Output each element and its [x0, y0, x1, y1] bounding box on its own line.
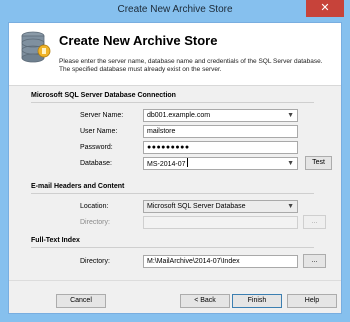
database-icon: [21, 31, 51, 63]
cancel-button[interactable]: Cancel: [56, 294, 106, 308]
sql-section-divider: [31, 102, 314, 103]
index-directory-browse-button[interactable]: ...: [303, 254, 326, 268]
description-line-2: The specified database must already exis…: [59, 66, 222, 73]
server-name-label: Server Name:: [80, 112, 124, 119]
database-label: Database:: [80, 160, 112, 167]
text-caret: [186, 158, 188, 167]
footer-divider: [9, 280, 341, 281]
help-button[interactable]: Help: [287, 294, 337, 308]
sql-section-title: Microsoft SQL Server Database Connection: [31, 92, 176, 99]
database-value: MS-2014-07: [147, 161, 186, 168]
chevron-down-icon[interactable]: ▼: [287, 110, 294, 121]
email-section-divider: [31, 193, 314, 194]
server-name-combo[interactable]: db001.example.com ▼: [143, 109, 298, 122]
back-button[interactable]: < Back: [180, 294, 230, 308]
chevron-down-icon[interactable]: ▼: [287, 158, 294, 169]
database-combo[interactable]: MS-2014-07 ▼: [143, 157, 298, 170]
fulltext-section-divider: [31, 247, 314, 248]
title-bar[interactable]: Create New Archive Store ✕: [0, 0, 350, 21]
email-directory-browse-button[interactable]: ...: [303, 215, 326, 229]
location-label: Location:: [80, 203, 109, 210]
email-section-title: E-mail Headers and Content: [31, 183, 125, 190]
index-directory-field[interactable]: M:\MailArchive\2014-07\Index: [143, 255, 298, 268]
user-name-label: User Name:: [80, 128, 118, 135]
finish-button[interactable]: Finish: [232, 294, 282, 308]
window-title: Create New Archive Store: [117, 4, 233, 15]
dialog-window: Create New Archive Store ✕ Create New Ar…: [0, 0, 350, 322]
location-value: Microsoft SQL Server Database: [147, 203, 246, 210]
index-directory-label: Directory:: [80, 258, 110, 265]
page-heading: Create New Archive Store: [59, 33, 218, 48]
close-button[interactable]: ✕: [306, 0, 344, 17]
password-field[interactable]: ●●●●●●●●●: [143, 141, 298, 154]
server-name-value: db001.example.com: [147, 112, 211, 119]
location-select[interactable]: Microsoft SQL Server Database ▼: [143, 200, 298, 213]
chevron-down-icon[interactable]: ▼: [287, 201, 294, 212]
test-button[interactable]: Test: [305, 156, 332, 170]
description-line-1: Please enter the server name, database n…: [59, 58, 323, 65]
user-name-field[interactable]: mailstore: [143, 125, 298, 138]
password-label: Password:: [80, 144, 113, 151]
description-text: Please enter the server name, database n…: [59, 58, 334, 74]
email-directory-label: Directory:: [80, 219, 110, 226]
header-panel: Create New Archive Store Please enter th…: [9, 23, 341, 86]
email-directory-field[interactable]: [143, 216, 298, 229]
fulltext-section-title: Full-Text Index: [31, 237, 80, 244]
dialog-client-area: Create New Archive Store Please enter th…: [8, 22, 342, 314]
